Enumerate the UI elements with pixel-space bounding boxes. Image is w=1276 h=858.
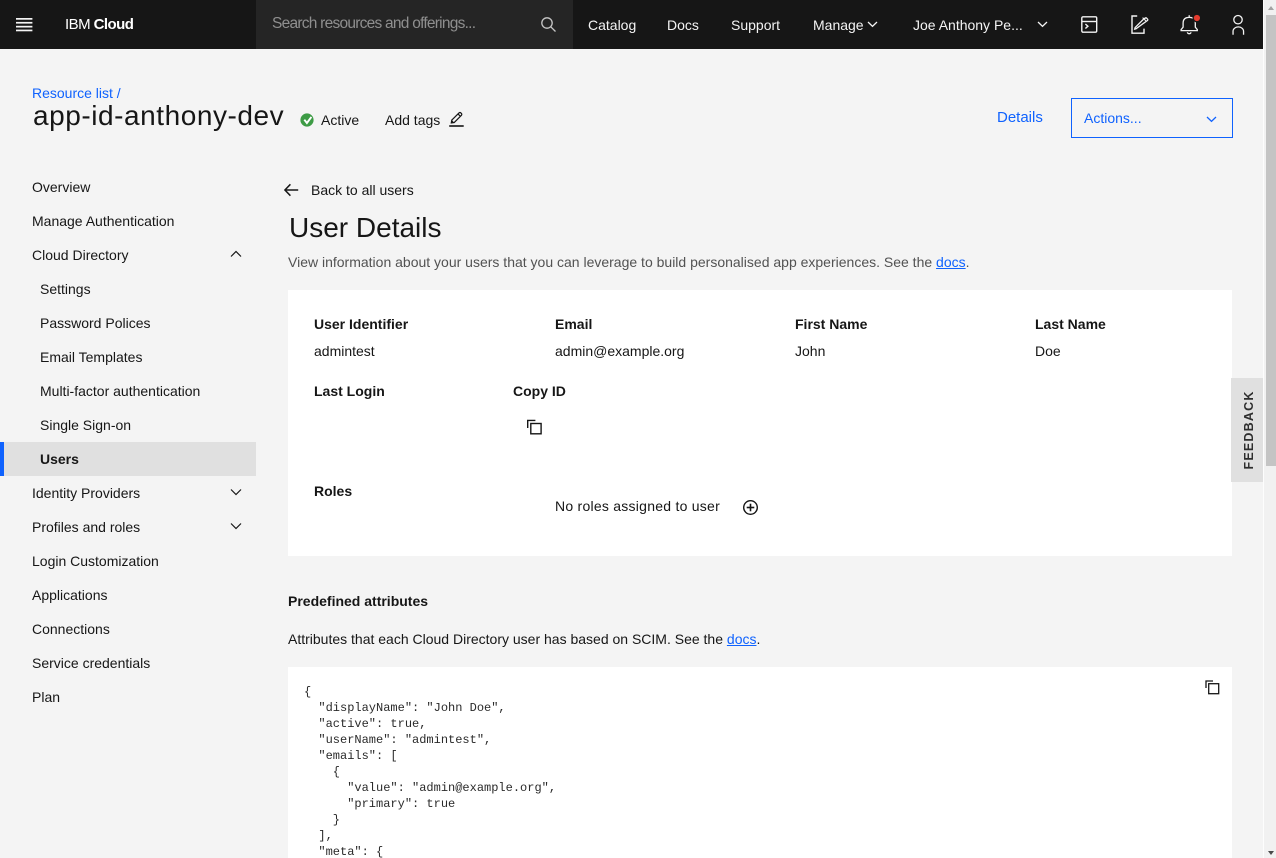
svg-text:FEEDBACK: FEEDBACK [1242, 390, 1256, 469]
